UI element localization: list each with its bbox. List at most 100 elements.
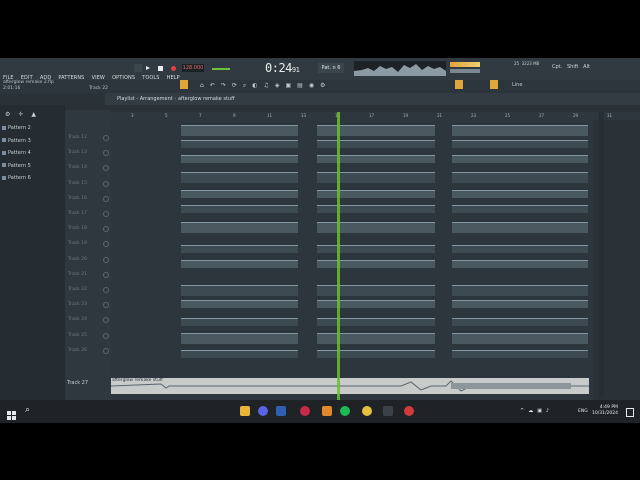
pattern-clip[interactable] xyxy=(452,260,588,268)
pattern-clip[interactable] xyxy=(181,190,298,198)
browser-icon[interactable] xyxy=(455,80,463,89)
track-mute-toggle[interactable] xyxy=(103,256,109,263)
shift-button[interactable]: Shift xyxy=(567,64,578,70)
pattern-clip[interactable] xyxy=(452,333,588,344)
list-item[interactable]: Pattern 3 xyxy=(2,135,31,148)
track-mute-toggle[interactable] xyxy=(103,135,109,141)
toolbar-icons[interactable]: ⌂↶↷⟳⌕◐♫◈▣▤◉⚙ xyxy=(200,82,331,90)
pattern-clip[interactable] xyxy=(317,222,435,233)
pattern-clip[interactable] xyxy=(317,205,435,213)
track-name[interactable]: Track 13 xyxy=(68,150,87,155)
pattern-clip[interactable] xyxy=(317,125,435,136)
pattern-clip[interactable] xyxy=(452,172,588,183)
notification-icon[interactable] xyxy=(626,408,634,417)
pattern-clip[interactable] xyxy=(317,155,435,163)
pattern-clip[interactable] xyxy=(452,300,588,308)
pattern-clip[interactable] xyxy=(317,172,435,183)
chrome-icon[interactable] xyxy=(404,406,414,416)
track-mute-toggle[interactable] xyxy=(103,332,109,339)
file-explorer-icon[interactable] xyxy=(240,406,250,416)
track-name[interactable]: Track 19 xyxy=(68,241,87,246)
timeline-ruler[interactable] xyxy=(111,112,640,120)
stop-icon[interactable] xyxy=(158,66,163,71)
picker-icons[interactable]: ⚙✛▲ xyxy=(5,111,44,118)
vertical-scrollbar[interactable] xyxy=(599,112,604,397)
language-indicator[interactable]: ENG xyxy=(578,409,588,414)
pattern-clip[interactable] xyxy=(181,155,298,163)
pattern-clip[interactable] xyxy=(181,285,298,296)
track-mute-toggle[interactable] xyxy=(103,180,109,187)
pattern-song-toggle[interactable] xyxy=(134,64,142,72)
pattern-clip[interactable] xyxy=(452,285,588,296)
pattern-clip[interactable] xyxy=(181,245,298,253)
spotify-icon[interactable] xyxy=(340,406,350,416)
project-label[interactable]: afterglow remake stuff xyxy=(178,96,235,102)
pattern-clip[interactable] xyxy=(452,155,588,163)
pattern-clip[interactable] xyxy=(452,140,588,148)
tempo-display[interactable]: 128.000 xyxy=(182,64,204,72)
app-icon[interactable] xyxy=(276,406,286,416)
pattern-clip[interactable] xyxy=(452,190,588,198)
track-mute-toggle[interactable] xyxy=(103,165,109,172)
pattern-clip[interactable] xyxy=(317,318,435,326)
pattern-clip[interactable] xyxy=(317,245,435,253)
pattern-clip[interactable] xyxy=(452,318,588,326)
snap-icon[interactable] xyxy=(180,80,188,89)
pattern-clip[interactable] xyxy=(181,222,298,233)
pattern-clip[interactable] xyxy=(452,245,588,253)
pattern-clip[interactable] xyxy=(452,222,588,233)
line-tool-label[interactable]: Line xyxy=(512,82,522,88)
pattern-clip[interactable] xyxy=(181,300,298,308)
track-name[interactable]: Track 14 xyxy=(68,165,87,170)
track-name[interactable]: Track 21 xyxy=(68,272,87,277)
track-name[interactable]: Track 17 xyxy=(68,211,87,216)
pattern-clip[interactable] xyxy=(317,260,435,268)
track-27-label[interactable]: Track 27 xyxy=(67,380,88,386)
track-name[interactable]: Track 12 xyxy=(68,135,87,140)
list-item[interactable]: Pattern 6 xyxy=(2,172,31,185)
opera-icon[interactable] xyxy=(300,406,310,416)
clock[interactable]: 4:49 PM 10/31/2024 xyxy=(592,405,618,417)
pattern-clip[interactable] xyxy=(317,140,435,148)
track-name[interactable]: Track 22 xyxy=(68,287,87,292)
playhead[interactable] xyxy=(337,112,340,400)
discord-icon[interactable] xyxy=(258,406,268,416)
pattern-clip[interactable] xyxy=(181,140,298,148)
track-name[interactable]: Track 20 xyxy=(68,257,87,262)
track-mute-toggle[interactable] xyxy=(103,302,109,309)
track-mute-toggle[interactable] xyxy=(103,226,109,233)
pattern-clip[interactable] xyxy=(452,205,588,213)
list-item[interactable]: Pattern 5 xyxy=(2,160,31,173)
pattern-clip[interactable] xyxy=(181,350,298,358)
pattern-clip[interactable] xyxy=(181,172,298,183)
master-pitch-slider[interactable] xyxy=(212,68,230,70)
pattern-clip[interactable] xyxy=(181,260,298,268)
track-name[interactable]: Track 26 xyxy=(68,348,87,353)
play-icon[interactable] xyxy=(146,66,150,70)
app-icon[interactable] xyxy=(383,406,393,416)
track-mute-toggle[interactable] xyxy=(103,271,109,278)
pattern-clip[interactable] xyxy=(317,285,435,296)
pattern-clip[interactable] xyxy=(317,190,435,198)
track-mute-toggle[interactable] xyxy=(103,195,109,202)
cpt-button[interactable]: Cpt. xyxy=(552,64,562,70)
search-icon[interactable]: ⌕ xyxy=(25,405,30,415)
audio-clip[interactable] xyxy=(110,378,589,394)
pattern-clip[interactable] xyxy=(317,333,435,344)
list-item[interactable]: Pattern 2 xyxy=(2,122,31,135)
track-name[interactable]: Track 25 xyxy=(68,333,87,338)
list-item[interactable]: Pattern 4 xyxy=(2,147,31,160)
pattern-clip[interactable] xyxy=(181,205,298,213)
alt-button[interactable]: Alt xyxy=(583,64,590,70)
track-name[interactable]: Track 23 xyxy=(68,302,87,307)
track-mute-toggle[interactable] xyxy=(103,317,109,324)
pattern-clip[interactable] xyxy=(181,125,298,136)
pattern-clip[interactable] xyxy=(452,125,588,136)
track-mute-toggle[interactable] xyxy=(103,241,109,248)
link-icon[interactable] xyxy=(490,80,498,89)
pattern-clip[interactable] xyxy=(317,350,435,358)
badge-icon[interactable] xyxy=(362,406,372,416)
fl-studio-icon[interactable] xyxy=(322,406,332,416)
pattern-clip[interactable] xyxy=(181,318,298,326)
track-mute-toggle[interactable] xyxy=(103,347,109,354)
